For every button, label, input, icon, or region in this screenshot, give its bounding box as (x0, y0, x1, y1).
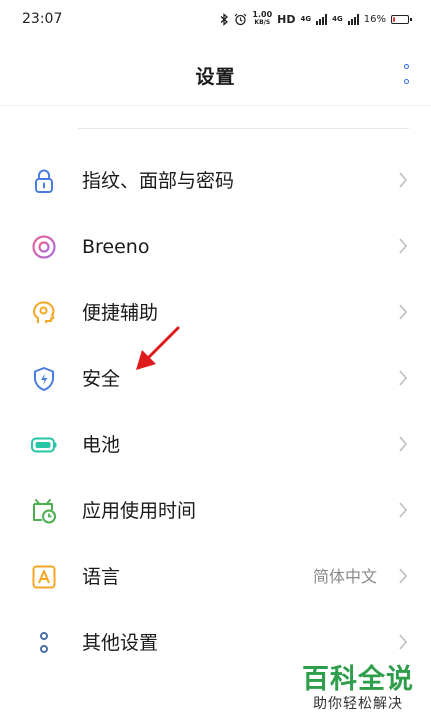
chevron-right-icon (399, 568, 408, 584)
settings-item-battery[interactable]: 电池 (0, 412, 431, 478)
network-speed-unit: KB/S (254, 19, 271, 26)
status-indicators: 1.00 KB/S HD 4G 4G 16% (220, 11, 412, 27)
language-a-icon (32, 565, 56, 589)
network-speed: 1.00 KB/S (252, 11, 272, 27)
settings-item-label: 语言 (82, 566, 121, 588)
settings-item-label: 应用使用时间 (82, 500, 197, 522)
watermark-title: 百科全说 (302, 664, 414, 695)
chevron-right-icon (399, 502, 408, 518)
lock-icon (35, 169, 53, 193)
sim2-network-tag: 4G (332, 15, 343, 23)
settings-item-accessibility[interactable]: 便捷辅助 (0, 280, 431, 346)
network-speed-value: 1.00 (252, 10, 273, 19)
language-current-value: 简体中文 (312, 567, 377, 586)
battery-icon (31, 437, 57, 453)
sim1-signal-icon (316, 13, 328, 25)
settings-item-label: 其他设置 (82, 632, 159, 654)
shield-icon (34, 367, 54, 391)
settings-item-breeno[interactable]: Breeno (0, 214, 431, 280)
more-dot-icon (403, 64, 409, 69)
alarm-clock-icon (234, 13, 247, 25)
chevron-right-icon (399, 304, 408, 320)
status-bar: 23:07 1.00 KB/S HD 4G 4G 16% (0, 0, 431, 38)
settings-item-app-usage-time[interactable]: 应用使用时间 (0, 478, 431, 544)
hd-label: HD (277, 12, 296, 26)
settings-item-label: Breeno (82, 236, 150, 258)
other-settings-icon (40, 632, 48, 653)
status-time: 23:07 (22, 11, 63, 27)
header-divider (0, 105, 431, 106)
chevron-right-icon (399, 370, 408, 386)
settings-list: 指纹、面部与密码 Breeno 便捷辅助 安全 电池 应用使用时间 语言 简体中… (0, 148, 431, 676)
settings-item-language[interactable]: 语言 简体中文 (0, 544, 431, 610)
red-arrow-icon (136, 326, 180, 370)
settings-item-label: 电池 (82, 434, 121, 456)
battery-fill (393, 16, 395, 22)
watermark-logo: 百科全说 助你轻松解决 (299, 665, 417, 713)
chevron-right-icon (399, 238, 408, 254)
section-divider (78, 128, 409, 129)
sim1-network-tag: 4G (300, 15, 312, 23)
settings-item-label: 安全 (82, 368, 121, 390)
battery-status-icon (391, 14, 412, 24)
app-header: 设置 (0, 38, 431, 108)
battery-percent: 16% (363, 13, 386, 25)
chevron-right-icon (399, 634, 408, 650)
more-options-button[interactable] (401, 64, 411, 84)
sim2-signal-icon (347, 13, 359, 25)
head-gear-icon (33, 301, 55, 323)
chevron-right-icon (399, 436, 408, 452)
watermark-subtitle: 助你轻松解决 (313, 696, 403, 712)
more-dot-icon (403, 79, 409, 84)
settings-item-security[interactable]: 安全 (0, 346, 431, 412)
settings-item-label: 指纹、面部与密码 (82, 170, 235, 192)
chevron-right-icon (399, 172, 408, 188)
bluetooth-icon (220, 12, 229, 26)
settings-item-fingerprint-face-password[interactable]: 指纹、面部与密码 (0, 148, 431, 214)
page-title: 设置 (195, 66, 236, 88)
app-usage-clock-icon (33, 499, 56, 524)
breeno-icon (32, 235, 56, 259)
